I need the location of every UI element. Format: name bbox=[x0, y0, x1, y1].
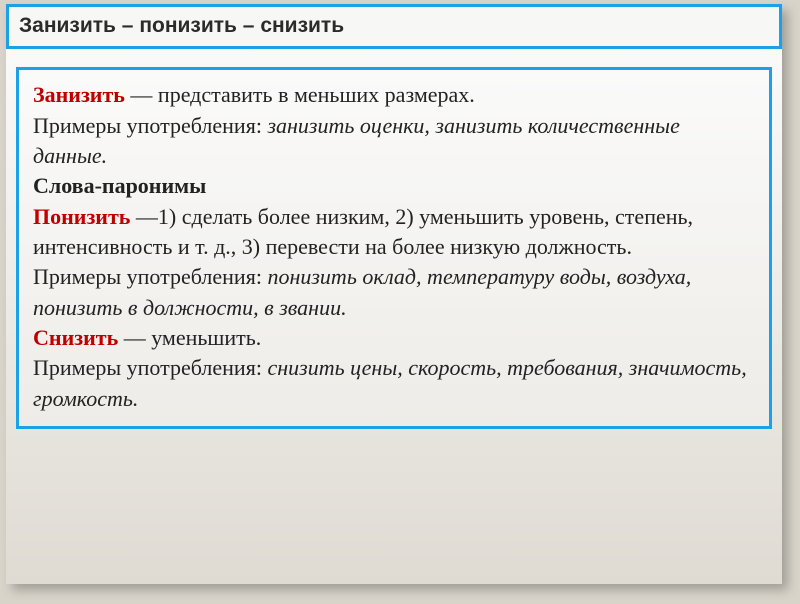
title-box: Занизить – понизить – снизить bbox=[6, 4, 782, 49]
content-box: Занизить — представить в меньших размера… bbox=[16, 67, 772, 429]
slide-title: Занизить – понизить – снизить bbox=[19, 14, 344, 37]
entry-1-examples: Примеры употребления: занизить оценки, з… bbox=[33, 111, 755, 172]
entry-2-dash: — bbox=[130, 204, 158, 229]
entry-1: Занизить — представить в меньших размера… bbox=[33, 80, 755, 110]
entry-3-word: Снизить bbox=[33, 325, 118, 350]
entry-2: Понизить —1) сделать более низким, 2) ум… bbox=[33, 202, 755, 263]
paronyms-label: Слова-паронимы bbox=[33, 171, 755, 201]
entry-1-dash: — bbox=[125, 82, 158, 107]
entry-2-examples: Примеры употребления: понизить оклад, те… bbox=[33, 262, 755, 323]
entry-3-def: уменьшить. bbox=[151, 325, 261, 350]
entry-2-examples-label: Примеры употребления: bbox=[33, 264, 267, 289]
entry-3: Снизить — уменьшить. bbox=[33, 323, 755, 353]
entry-3-examples: Примеры употребления: снизить цены, скор… bbox=[33, 353, 755, 414]
entry-1-def: представить в меньших размерах. bbox=[158, 82, 475, 107]
entry-1-word: Занизить bbox=[33, 82, 125, 107]
entry-3-examples-label: Примеры употребления: bbox=[33, 355, 267, 380]
slide: Занизить – понизить – снизить Занизить —… bbox=[6, 4, 782, 584]
entry-3-dash: — bbox=[118, 325, 151, 350]
entry-2-word: Понизить bbox=[33, 204, 130, 229]
entry-1-examples-label: Примеры употребления: bbox=[33, 113, 267, 138]
